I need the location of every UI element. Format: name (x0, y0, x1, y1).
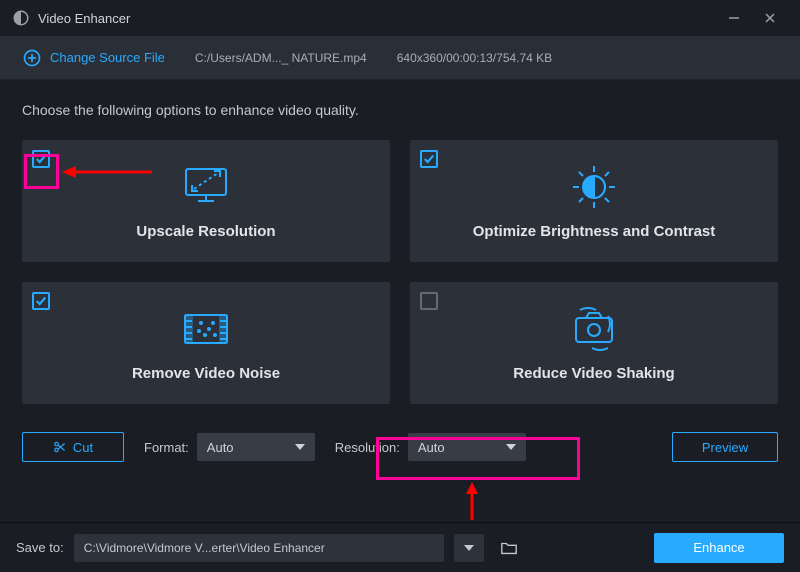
instruction-text: Choose the following options to enhance … (22, 102, 778, 118)
resolution-value: Auto (418, 440, 445, 455)
checkbox-denoise[interactable] (32, 292, 50, 310)
brightness-contrast-icon (566, 163, 622, 211)
minimize-button[interactable] (716, 0, 752, 36)
window-title: Video Enhancer (38, 11, 716, 26)
camera-shake-icon (566, 305, 622, 353)
change-source-button[interactable]: Change Source File (22, 48, 165, 68)
card-brightness-contrast[interactable]: Optimize Brightness and Contrast (410, 140, 778, 262)
footer-bar: Save to: C:\Vidmore\Vidmore V...erter\Vi… (0, 522, 800, 572)
card-remove-noise[interactable]: Remove Video Noise (22, 282, 390, 404)
format-value: Auto (207, 440, 234, 455)
cut-button[interactable]: Cut (22, 432, 124, 462)
card-upscale-label: Upscale Resolution (136, 223, 275, 240)
annotation-arrow-up (464, 482, 480, 520)
source-path: C:/Users/ADM..._ NATURE.mp4 (195, 51, 367, 65)
preview-label: Preview (702, 440, 748, 455)
card-denoise-label: Remove Video Noise (132, 365, 280, 382)
cut-label: Cut (73, 440, 93, 455)
folder-icon (500, 540, 518, 556)
app-logo-icon (12, 9, 30, 27)
checkbox-brightness[interactable] (420, 150, 438, 168)
checkbox-deshake[interactable] (420, 292, 438, 310)
scissors-icon (53, 440, 67, 454)
change-source-label: Change Source File (50, 50, 165, 65)
enhance-button[interactable]: Enhance (654, 533, 784, 563)
video-noise-icon (179, 305, 233, 353)
format-dropdown[interactable]: Auto (197, 433, 315, 461)
card-deshake-label: Reduce Video Shaking (513, 365, 674, 382)
checkbox-upscale[interactable] (32, 150, 50, 168)
format-label: Format: (144, 440, 189, 455)
chevron-down-icon (464, 545, 474, 551)
chevron-down-icon (506, 444, 516, 450)
save-path-field[interactable]: C:\Vidmore\Vidmore V...erter\Video Enhan… (74, 534, 444, 562)
enhance-label: Enhance (693, 540, 744, 555)
title-bar: Video Enhancer (0, 0, 800, 36)
close-button[interactable] (752, 0, 788, 36)
save-path-dropdown[interactable] (454, 534, 484, 562)
monitor-resize-icon (180, 163, 232, 211)
save-path-value: C:\Vidmore\Vidmore V...erter\Video Enhan… (84, 541, 325, 555)
card-brightness-label: Optimize Brightness and Contrast (473, 223, 716, 240)
open-folder-button[interactable] (494, 534, 524, 562)
card-reduce-shaking[interactable]: Reduce Video Shaking (410, 282, 778, 404)
chevron-down-icon (295, 444, 305, 450)
resolution-label: Resolution: (335, 440, 400, 455)
source-meta: 640x360/00:00:13/754.74 KB (397, 51, 552, 65)
resolution-dropdown[interactable]: Auto (408, 433, 526, 461)
card-upscale-resolution[interactable]: Upscale Resolution (22, 140, 390, 262)
save-to-label: Save to: (16, 540, 64, 555)
source-toolbar: Change Source File C:/Users/ADM..._ NATU… (0, 36, 800, 80)
preview-button[interactable]: Preview (672, 432, 778, 462)
